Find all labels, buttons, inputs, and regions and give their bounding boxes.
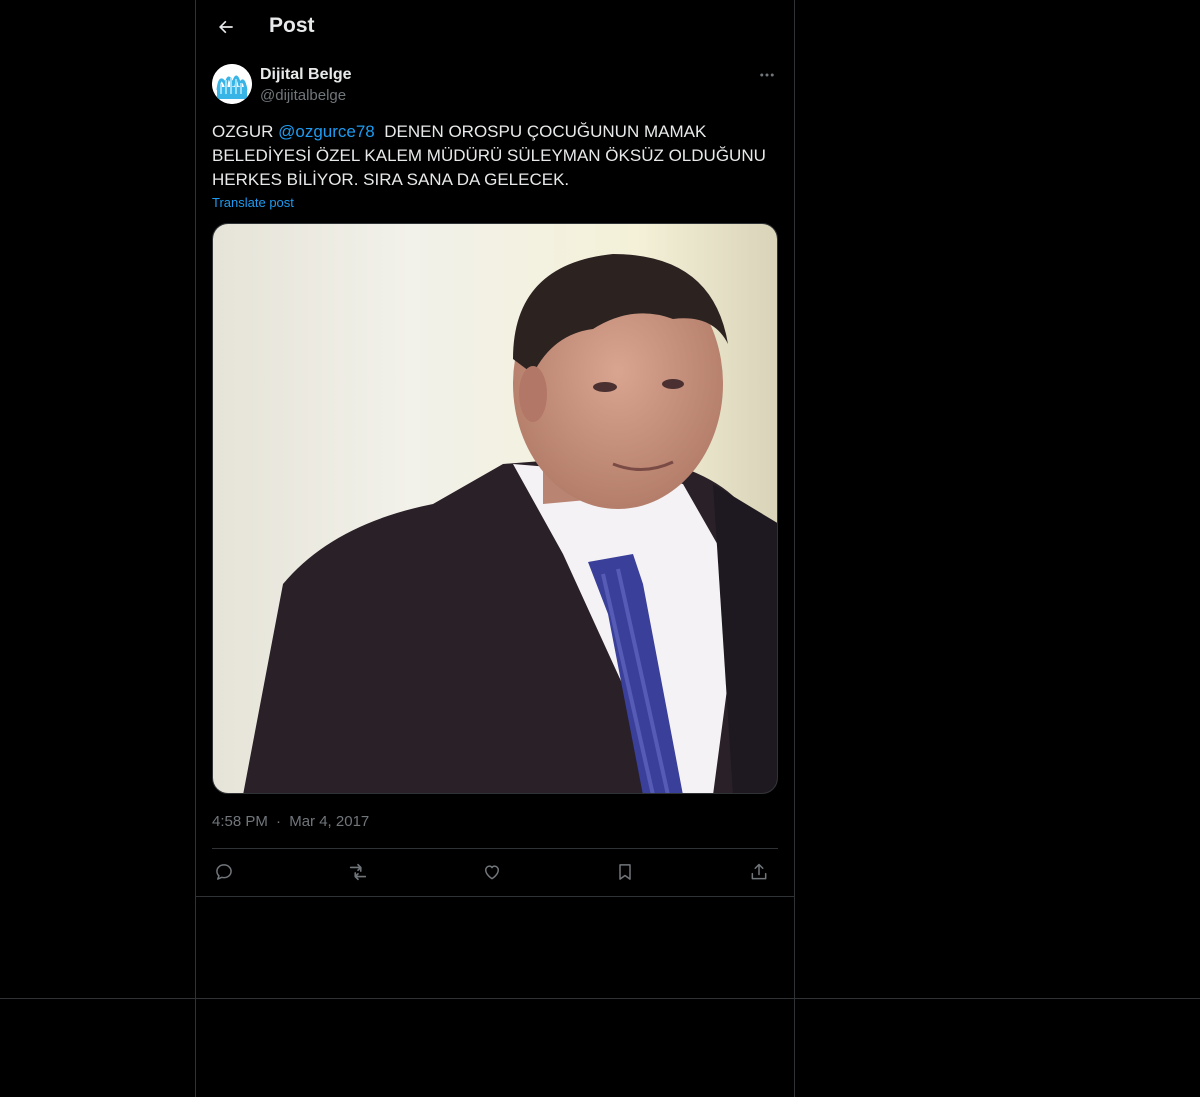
like-icon: [485, 865, 499, 880]
post-time[interactable]: 4:58 PM: [212, 813, 268, 830]
reply-button[interactable]: [212, 860, 236, 884]
page-header: Post: [196, 0, 794, 54]
reply-icon: [216, 864, 232, 880]
author-handle[interactable]: @dijitalbelge: [260, 87, 346, 104]
translate-post-link[interactable]: Translate post: [212, 195, 294, 210]
page-title: Post: [269, 14, 315, 37]
post-actions-bar: [212, 849, 778, 895]
post-media-image[interactable]: [212, 223, 778, 794]
author-name[interactable]: Dijital Belge: [260, 66, 352, 84]
post-bottom-border: [196, 896, 794, 897]
share-button[interactable]: [747, 860, 771, 884]
more-dots-icon: [760, 73, 774, 77]
repost-icon: [349, 863, 367, 881]
post-column: Post Dijital Belge @dijitalbelge OZGUR @…: [195, 0, 795, 1097]
avatar[interactable]: [212, 64, 252, 104]
back-button[interactable]: [212, 13, 240, 41]
share-icon: [751, 863, 767, 880]
timestamp-separator: ·: [276, 813, 282, 830]
post-timestamp: 4:58 PM · Mar 4, 2017: [212, 813, 369, 830]
more-options-button[interactable]: [756, 64, 778, 86]
bookmark-button[interactable]: [613, 860, 637, 884]
like-button[interactable]: [480, 860, 504, 884]
blue-waves-logo-icon: [212, 64, 252, 104]
mention-link[interactable]: @ozgurce78: [278, 122, 375, 141]
post-text-start: OZGUR: [212, 122, 279, 141]
photo-man-in-suit: [213, 224, 777, 793]
arrow-left-icon: [219, 20, 233, 34]
post-author: Dijital Belge @dijitalbelge: [212, 64, 778, 108]
post-date[interactable]: Mar 4, 2017: [289, 813, 369, 830]
post-text: OZGUR @ozgurce78 DENEN OROSPU ÇOCUĞUNUN …: [212, 120, 782, 192]
repost-button[interactable]: [346, 860, 370, 884]
bookmark-icon: [619, 864, 631, 880]
